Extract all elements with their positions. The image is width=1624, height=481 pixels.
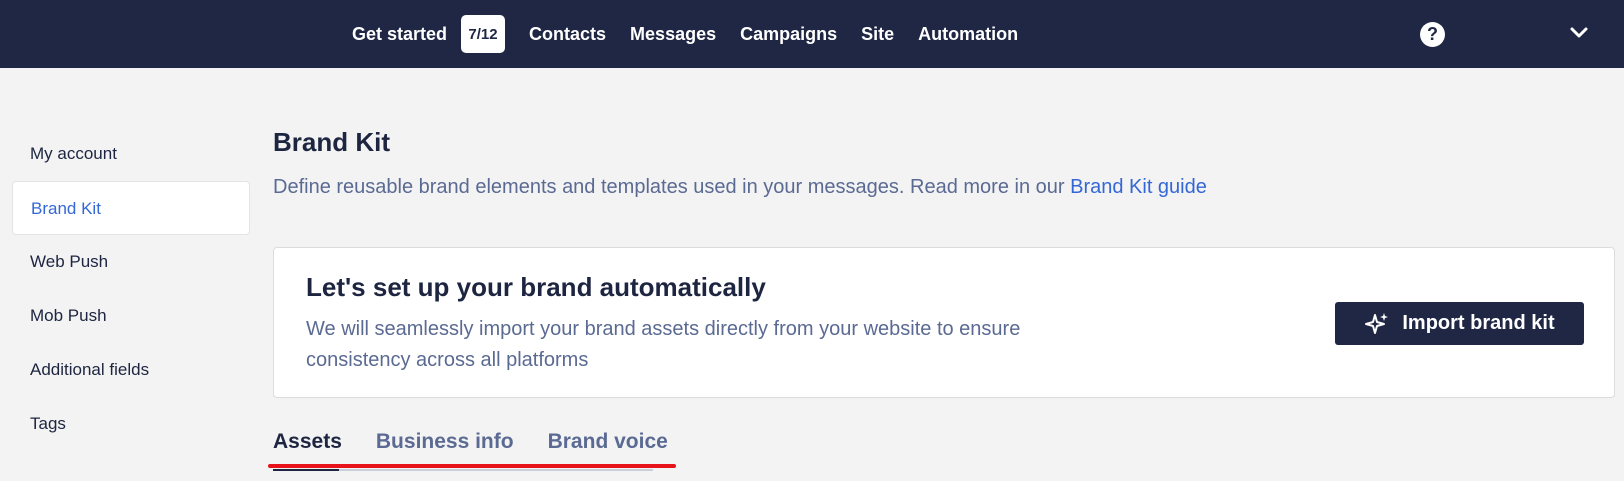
auto-setup-card: Let's set up your brand automatically We… — [273, 247, 1615, 398]
nav-get-started[interactable]: Get started — [352, 24, 447, 45]
brand-kit-tabs: Assets Business info Brand voice — [273, 430, 702, 454]
tab-brand-voice[interactable]: Brand voice — [548, 430, 668, 454]
tab-assets[interactable]: Assets — [273, 430, 342, 454]
red-annotation-underline — [268, 464, 676, 468]
main-nav: Get started 7/12 Contacts Messages Campa… — [352, 0, 1018, 68]
sidebar-item-my-account[interactable]: My account — [12, 127, 250, 181]
chevron-down-icon[interactable] — [1568, 22, 1590, 44]
sidebar-item-web-push[interactable]: Web Push — [12, 235, 250, 289]
nav-messages[interactable]: Messages — [630, 24, 716, 45]
brand-kit-guide-link[interactable]: Brand Kit guide — [1070, 176, 1207, 198]
question-circle-icon[interactable]: ? — [1420, 22, 1445, 47]
sidebar-item-brand-kit[interactable]: Brand Kit — [12, 181, 250, 235]
nav-campaigns[interactable]: Campaigns — [740, 24, 837, 45]
page-description-text: Define reusable brand elements and templ… — [273, 176, 1071, 198]
import-brand-kit-label: Import brand kit — [1402, 312, 1555, 334]
sidebar-item-additional-fields[interactable]: Additional fields — [12, 343, 250, 397]
page-title: Brand Kit — [273, 127, 390, 157]
nav-contacts[interactable]: Contacts — [529, 24, 606, 45]
sparkle-icon — [1365, 312, 1389, 334]
auto-setup-text: We will seamlessly import your brand ass… — [306, 318, 1021, 371]
settings-sidebar: My account Brand Kit Web Push Mob Push A… — [12, 127, 250, 451]
active-tab-indicator — [273, 469, 339, 471]
import-brand-kit-button[interactable]: Import brand kit — [1335, 302, 1584, 345]
auto-setup-title: Let's set up your brand automatically — [306, 272, 766, 302]
nav-automation[interactable]: Automation — [918, 24, 1018, 45]
nav-site[interactable]: Site — [861, 24, 894, 45]
sidebar-item-mob-push[interactable]: Mob Push — [12, 289, 250, 343]
get-started-progress-badge[interactable]: 7/12 — [461, 15, 506, 53]
sidebar-item-tags[interactable]: Tags — [12, 397, 250, 451]
page-description: Define reusable brand elements and templ… — [273, 176, 1207, 199]
tab-business-info[interactable]: Business info — [376, 430, 514, 454]
top-nav-bar: Get started 7/12 Contacts Messages Campa… — [0, 0, 1624, 68]
